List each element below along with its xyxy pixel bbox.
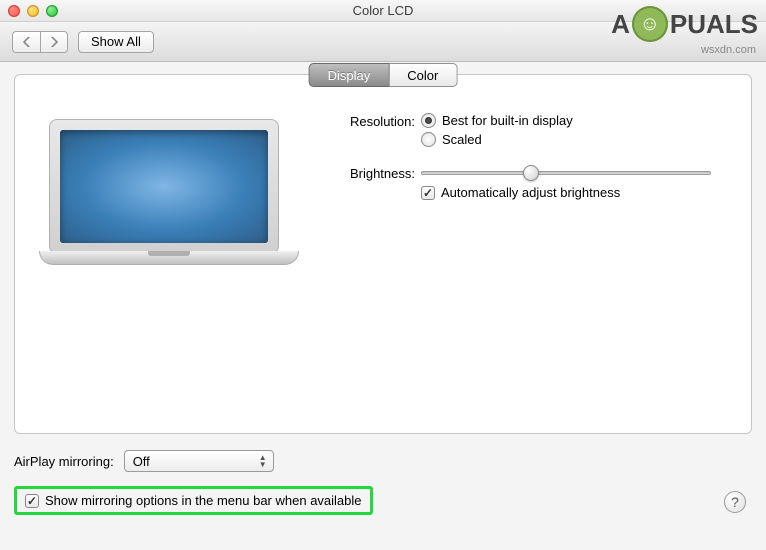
auto-brightness-checkbox[interactable]: Automatically adjust brightness — [421, 185, 711, 200]
resolution-best-label: Best for built-in display — [442, 113, 573, 128]
laptop-shell-icon — [49, 119, 279, 254]
show-all-label: Show All — [91, 34, 141, 49]
help-button[interactable]: ? — [724, 491, 746, 513]
auto-brightness-label: Automatically adjust brightness — [441, 185, 620, 200]
watermark-b: PUALS — [670, 9, 758, 40]
show-mirroring-checkbox[interactable]: Show mirroring options in the menu bar w… — [14, 486, 373, 515]
tabs: Display Color — [309, 63, 458, 87]
show-all-button[interactable]: Show All — [78, 31, 154, 53]
resolution-label: Resolution: — [329, 113, 421, 129]
window-controls — [8, 5, 58, 17]
brightness-slider[interactable] — [421, 171, 711, 175]
tabbed-pane: Display Color Resolution: Be — [14, 74, 752, 434]
tab-color[interactable]: Color — [389, 63, 457, 87]
airplay-selected-value: Off — [133, 454, 150, 469]
tab-color-label: Color — [407, 68, 438, 83]
resolution-option-scaled[interactable]: Scaled — [421, 132, 573, 147]
resolution-row: Resolution: Best for built-in display Sc… — [329, 113, 727, 151]
brightness-row: Brightness: Automatically adjust brightn… — [329, 165, 727, 200]
airplay-row: AirPlay mirroring: Off ▲▼ — [14, 450, 752, 472]
radio-icon — [421, 132, 436, 147]
chevron-left-icon — [23, 37, 31, 47]
airplay-select[interactable]: Off ▲▼ — [124, 450, 274, 472]
airplay-label: AirPlay mirroring: — [14, 454, 114, 469]
back-button[interactable] — [12, 31, 40, 53]
content-area: Display Color Resolution: Be — [0, 62, 766, 550]
settings-column: Resolution: Best for built-in display Sc… — [329, 109, 727, 279]
radio-icon — [421, 113, 436, 128]
device-image — [39, 119, 289, 279]
help-icon: ? — [731, 494, 739, 510]
updown-arrows-icon: ▲▼ — [259, 454, 267, 468]
minimize-icon[interactable] — [27, 5, 39, 17]
checkbox-icon — [25, 494, 39, 508]
checkbox-icon — [421, 186, 435, 200]
brightness-label: Brightness: — [329, 165, 421, 181]
watermark-logo-icon: ☺ — [632, 6, 668, 42]
watermark-domain: wsxdn.com — [701, 44, 756, 56]
tab-display-label: Display — [328, 68, 371, 83]
show-mirroring-label: Show mirroring options in the menu bar w… — [45, 493, 362, 508]
brightness-controls: Automatically adjust brightness — [421, 165, 711, 200]
pane-body: Resolution: Best for built-in display Sc… — [39, 109, 727, 279]
laptop-base-icon — [39, 251, 299, 265]
chevron-right-icon — [50, 37, 58, 47]
bottom-area: AirPlay mirroring: Off ▲▼ Show mirroring… — [14, 450, 752, 515]
close-icon[interactable] — [8, 5, 20, 17]
watermark: A ☺ PUALS — [611, 6, 758, 42]
slider-knob-icon[interactable] — [523, 165, 539, 181]
resolution-options: Best for built-in display Scaled — [421, 113, 573, 151]
resolution-option-best[interactable]: Best for built-in display — [421, 113, 573, 128]
watermark-a: A — [611, 9, 630, 40]
laptop-screen-icon — [60, 130, 268, 243]
tab-display[interactable]: Display — [309, 63, 390, 87]
zoom-icon[interactable] — [46, 5, 58, 17]
forward-button[interactable] — [40, 31, 68, 53]
resolution-scaled-label: Scaled — [442, 132, 482, 147]
nav-group — [12, 31, 68, 53]
